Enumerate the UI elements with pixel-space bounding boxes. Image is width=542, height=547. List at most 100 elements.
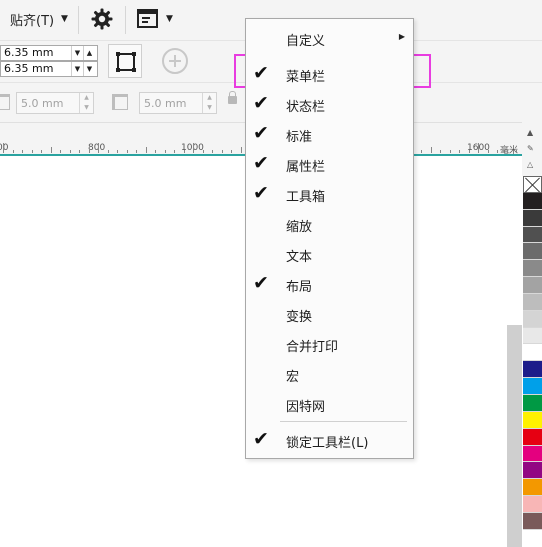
ruler-tick [79,150,80,153]
ruler-tick [155,150,156,153]
ruler-tick [468,150,470,153]
menu-item[interactable]: 因特网 [246,389,413,419]
color-swatch[interactable] [523,344,542,362]
page-frame-button[interactable] [108,44,142,78]
nudge-y-spin-icon[interactable]: ▼ [83,62,95,76]
color-swatch[interactable] [523,192,542,210]
color-swatch[interactable] [523,428,542,446]
menu-item-label: 状态栏 [286,100,326,115]
menu-item[interactable]: 宏 [246,359,413,389]
height-value: 5.0 mm [144,97,187,110]
ruler-tick [12,150,14,153]
pen-icon[interactable]: ✎ [527,144,534,153]
menu-item[interactable]: ✔ 工具箱 [246,179,413,209]
checkmark-icon: ✔ [253,428,269,450]
menu-item[interactable]: 自定义 ▶ [246,23,413,53]
ruler-tick [506,150,508,153]
ruler-tick [145,147,147,153]
checkmark-icon: ✔ [253,122,269,144]
ruler-tick [231,150,232,153]
color-swatch[interactable] [523,479,542,497]
height-field[interactable]: 5.0 mm ▲ ▼ [139,92,217,114]
menu-item[interactable]: ✔ 属性栏 [246,149,413,179]
color-swatch[interactable] [523,361,542,379]
menu-item-label: 属性栏 [286,160,326,175]
ruler-label: 00 [0,143,9,153]
menu-item-label: 菜单栏 [286,70,326,85]
menu-item-label: 合并打印 [286,340,339,355]
height-spin-icon[interactable]: ▲ ▼ [202,93,216,113]
color-swatch[interactable] [523,243,542,261]
nudge-y-value: 6.35 mm [4,62,54,75]
window-caret-icon[interactable]: ▼ [166,14,173,24]
color-swatch[interactable] [523,445,542,463]
menu-item[interactable]: 合并打印 [246,329,413,359]
window-icon[interactable] [137,9,159,29]
color-swatch[interactable] [523,226,542,244]
color-swatch[interactable] [523,378,542,395]
ruler-tick [516,150,517,153]
menu-item-label: 工具箱 [286,190,326,205]
width-value: 5.0 mm [21,97,64,110]
ruler-tick [50,147,52,153]
color-swatch[interactable] [523,293,542,311]
palette-scroll-up-icon[interactable]: △ [527,160,533,169]
menu-item[interactable]: ✔ 菜单栏 [246,59,413,89]
menu-item[interactable]: ✔ 锁定工具栏(L) [246,425,413,455]
no-color-swatch[interactable] [523,176,542,193]
menu-item[interactable]: 文本 [246,239,413,269]
ruler-tick [497,150,498,153]
corner-icon [112,94,128,110]
menu-item[interactable]: ✔ 标准 [246,119,413,149]
snap-caret-icon[interactable]: ▼ [61,14,68,24]
color-swatch[interactable] [523,462,542,480]
menu-item-label: 宏 [286,370,300,385]
color-swatch[interactable] [523,260,542,278]
color-swatch[interactable] [523,209,542,227]
nudge-y-field[interactable]: 6.35 mm ▼ ▼ [0,61,98,77]
color-swatch[interactable] [523,512,542,530]
ruler-tick [126,150,128,153]
color-palette [523,176,542,530]
color-swatch[interactable] [523,394,542,412]
menu-item-label: 因特网 [286,400,326,415]
ruler-tick [136,150,137,153]
ruler-tick [430,147,432,153]
color-swatch[interactable] [523,277,542,294]
ruler-tick [193,143,194,153]
nudge-x-field[interactable]: 6.35 mm ▼ ▲ [0,45,98,61]
ruler-tick [459,150,460,153]
ruler-tick [60,150,61,153]
checkmark-icon: ✔ [253,152,269,174]
menu-separator [280,421,407,422]
checkmark-icon: ✔ [253,182,269,204]
ruler-tick [22,150,23,153]
lock-icon[interactable] [228,91,237,104]
menu-item[interactable]: ✔ 布局 [246,269,413,299]
menu-item[interactable]: 变换 [246,299,413,329]
color-swatch[interactable] [523,310,542,328]
ruler-label: 800 [88,143,106,153]
nudge-y-dropdown-icon[interactable]: ▼ [71,62,83,76]
add-page-button[interactable] [162,48,188,74]
vertical-scrollbar[interactable] [507,325,522,547]
ruler-tick [421,150,422,153]
width-spin-icon[interactable]: ▲ ▼ [79,93,93,113]
ruler-tick [174,150,175,153]
color-swatch[interactable] [523,411,542,429]
menu-item[interactable]: 缩放 [246,209,413,239]
menu-item-label: 锁定工具栏(L) [286,436,369,451]
color-swatch[interactable] [523,496,542,513]
gear-icon[interactable] [90,7,114,31]
nudge-x-dropdown-icon[interactable]: ▼ [71,46,83,60]
width-field[interactable]: 5.0 mm ▲ ▼ [16,92,94,114]
ruler-tick [449,150,451,153]
palette-scroll-up-icon[interactable]: ▲ [527,128,533,137]
menu-item[interactable]: ✔ 状态栏 [246,89,413,119]
ruler-tick [478,143,479,153]
nudge-x-spin-icon[interactable]: ▲ [83,46,95,60]
snap-dropdown[interactable]: 贴齐(T) [10,10,54,29]
checkmark-icon: ✔ [253,272,269,294]
color-swatch[interactable] [523,327,542,345]
submenu-arrow-icon: ▶ [398,32,405,41]
